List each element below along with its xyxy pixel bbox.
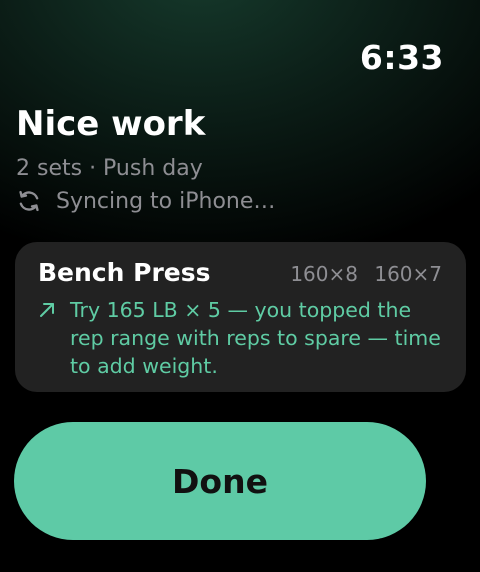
sync-icon [19,190,39,212]
sync-status: Syncing to iPhone… [16,188,275,214]
exercise-name: Bench Press [38,258,211,287]
workout-subtitle: 2 sets · Push day [16,156,203,181]
status-time: 6:33 [359,38,444,77]
done-button[interactable]: Done [14,422,426,540]
exercise-card: Bench Press 160×8 160×7 Try 165 LB × 5 —… [15,242,466,392]
set-result: 160×7 [374,262,442,286]
watch-screen: { "status": { "time": "6:33" }, "summary… [0,0,480,572]
progression-suggestion: Try 165 LB × 5 — you topped the rep rang… [38,296,442,380]
arrow-up-right-icon [40,303,54,317]
page-title: Nice work [16,104,206,144]
suggestion-text: Try 165 LB × 5 — you topped the rep rang… [70,298,441,378]
set-list: 160×8 160×7 [290,262,442,286]
sync-status-text: Syncing to iPhone… [56,188,276,214]
exercise-card-header: Bench Press 160×8 160×7 [38,258,442,287]
set-result: 160×8 [290,262,358,286]
